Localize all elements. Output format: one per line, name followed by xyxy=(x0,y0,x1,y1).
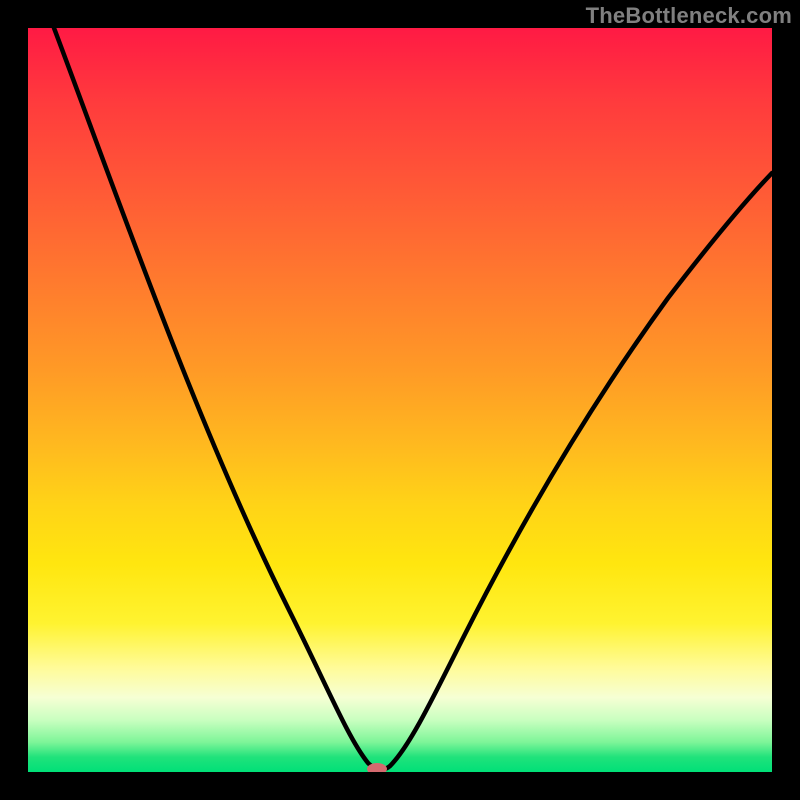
plot-area xyxy=(28,28,772,772)
bottleneck-curve xyxy=(54,28,772,770)
chart-frame: TheBottleneck.com xyxy=(0,0,800,800)
curve-layer xyxy=(28,28,772,772)
watermark-text: TheBottleneck.com xyxy=(586,3,792,29)
